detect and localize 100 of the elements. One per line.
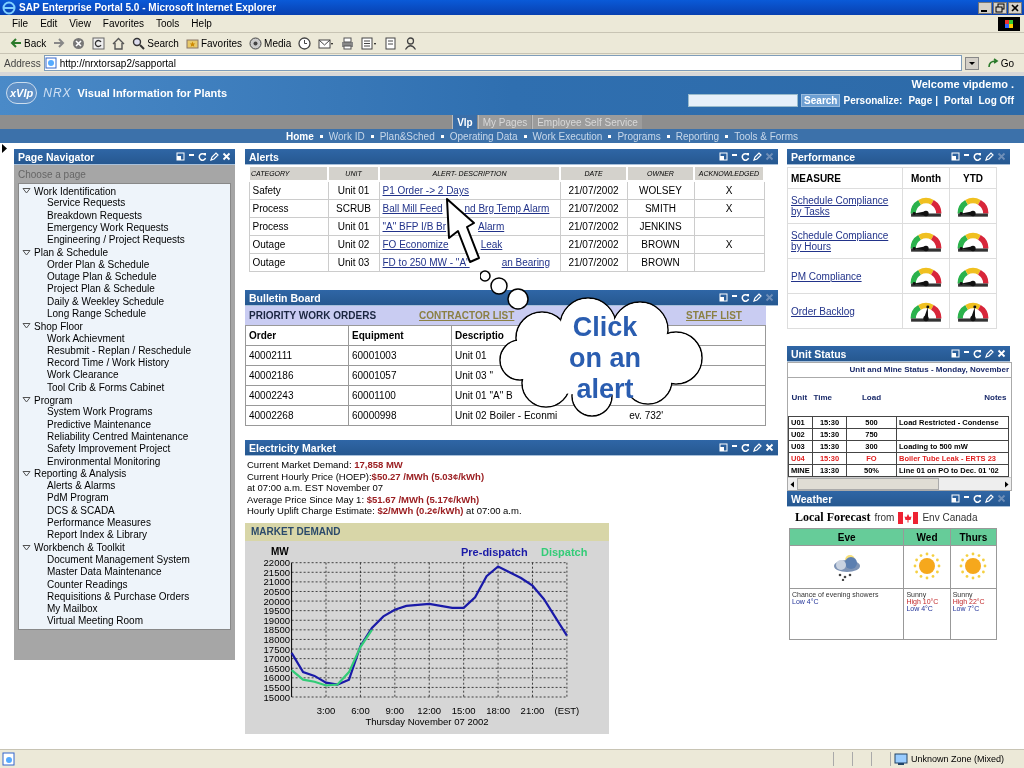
tree-item[interactable]: Order Plan & Schedule: [19, 258, 230, 272]
tree-item[interactable]: Emergency Work Requests: [19, 221, 230, 235]
tree-item[interactable]: Work Clearance: [19, 369, 230, 382]
subnav-link[interactable]: Reporting: [675, 130, 720, 142]
edit-icon[interactable]: [753, 293, 762, 302]
tree-item[interactable]: DCS & SCADA: [19, 504, 230, 517]
restore-icon[interactable]: [993, 1, 1007, 14]
tree-item[interactable]: Document Management System: [19, 553, 230, 567]
menu-item[interactable]: Favorites: [96, 18, 150, 29]
tree-item[interactable]: Performance Measures: [19, 517, 230, 530]
refresh-icon[interactable]: [973, 349, 982, 358]
refresh-button[interactable]: [90, 34, 108, 52]
tree-item[interactable]: Breakdown Requests: [19, 209, 230, 222]
media-button[interactable]: Media: [247, 34, 294, 52]
tree-group-item[interactable]: Work Identification: [19, 185, 230, 198]
refresh-icon[interactable]: [973, 152, 982, 161]
tree-item[interactable]: System Work Programs: [19, 406, 230, 419]
tagline: Visual Information for Plants: [77, 86, 228, 99]
tree-item[interactable]: Long Range Schedule: [19, 307, 230, 321]
menu-item[interactable]: View: [63, 18, 97, 29]
day-header: Wed: [903, 528, 951, 546]
menu-item[interactable]: File: [6, 18, 35, 29]
subnav-link[interactable]: Home: [285, 130, 314, 142]
tree-item[interactable]: Predictive Maintenance: [19, 418, 230, 431]
x-tick-label: 21:00: [520, 704, 545, 716]
y-axis-title: MW: [271, 545, 289, 557]
tree-item[interactable]: Outage Plan & Schedule: [19, 271, 230, 284]
tree-item[interactable]: Record Time / Work History: [19, 357, 230, 370]
refresh-icon[interactable]: [741, 443, 750, 452]
tree-item[interactable]: Environmental Monitoring: [19, 455, 230, 468]
edit-icon[interactable]: [985, 349, 994, 358]
bulletin-tab[interactable]: PRIORITY WORK ORDERS: [249, 310, 377, 321]
back-button[interactable]: Back: [8, 34, 49, 52]
y-tick-label: 15000: [263, 691, 290, 703]
minimize-icon[interactable]: [978, 1, 992, 14]
subnav-link[interactable]: Programs: [617, 130, 661, 142]
horizontal-scrollbar[interactable]: [788, 477, 1011, 490]
edit-icon[interactable]: [985, 152, 994, 161]
tree-item[interactable]: Report Index & Library: [19, 529, 230, 542]
tree-item[interactable]: Service Requests: [19, 197, 230, 210]
scroll-right-arrow-icon[interactable]: [1002, 479, 1011, 489]
tree-item[interactable]: Safety Improvement Project: [19, 443, 230, 456]
tree-item[interactable]: My Mailbox: [19, 603, 230, 616]
tree-item[interactable]: Virtual Meeting Room: [19, 615, 230, 628]
header-link[interactable]: Portal: [944, 95, 973, 106]
header-link[interactable]: Page: [908, 95, 933, 106]
tree-item[interactable]: Counter Readings: [19, 578, 230, 591]
edit-icon[interactable]: [210, 152, 219, 161]
tree-item[interactable]: Requisitions & Purchase Orders: [19, 590, 230, 604]
tree-item[interactable]: Engineering / Project Requests: [19, 234, 230, 247]
favorites-button[interactable]: Favorites: [183, 34, 245, 52]
edit-icon[interactable]: [753, 152, 762, 161]
tree-item[interactable]: PdM Program: [19, 492, 230, 505]
refresh-icon[interactable]: [741, 152, 750, 161]
expanded-triangle-icon[interactable]: [22, 469, 31, 478]
subnav-link[interactable]: Work ID: [328, 130, 365, 142]
refresh-icon[interactable]: [198, 152, 207, 161]
go-button[interactable]: Go: [981, 57, 1020, 69]
tree-group-item[interactable]: Program: [19, 394, 230, 407]
callout-text: Click on an alert: [568, 312, 642, 405]
edit-icon[interactable]: [985, 494, 994, 503]
tree-item[interactable]: Resubmit - Replan / Reschedule: [19, 344, 230, 358]
from-text: from: [874, 512, 895, 523]
subnav-link[interactable]: Tools & Forms: [734, 130, 799, 142]
scroll-left-arrow-icon[interactable]: [788, 479, 797, 489]
table-cell: Outage: [249, 253, 328, 272]
header-link[interactable]: Log Off: [978, 95, 1014, 106]
subnav-link[interactable]: Operating Data: [449, 130, 518, 142]
maple-leaf-flag-icon: [898, 511, 919, 524]
portal-tab[interactable]: Vlp: [452, 115, 477, 129]
tree-item[interactable]: Master Data Maintenance: [19, 566, 230, 579]
tree-item[interactable]: Work Achievment: [19, 332, 230, 345]
menu-item[interactable]: Edit: [34, 18, 64, 29]
expand-handle-icon[interactable]: [2, 144, 7, 153]
search-button[interactable]: Search: [130, 34, 181, 52]
address-field[interactable]: http://nrxtorsap2/sapportal: [43, 55, 962, 71]
search-field[interactable]: [688, 94, 799, 107]
tree-group-item[interactable]: Shop Floor: [19, 320, 230, 333]
tree-item[interactable]: Project Plan & Schedule: [19, 283, 230, 296]
expanded-triangle-icon[interactable]: [22, 187, 31, 196]
expanded-triangle-icon[interactable]: [22, 322, 31, 331]
expanded-triangle-icon[interactable]: [22, 543, 31, 552]
edit-icon[interactable]: [753, 443, 762, 452]
menu-item[interactable]: Help: [185, 18, 218, 29]
subnav-link[interactable]: Plan&Sched: [379, 130, 435, 142]
tree-item[interactable]: Tool Crib & Forms Cabinet: [19, 381, 230, 395]
history-button[interactable]: [296, 34, 314, 52]
tree-item[interactable]: Daily & Weekley Schedule: [19, 295, 230, 308]
tree-group-item[interactable]: Reporting & Analysis: [19, 467, 230, 481]
tree-item[interactable]: Alerts & Alarms: [19, 480, 230, 493]
expanded-triangle-icon[interactable]: [22, 248, 31, 257]
expanded-triangle-icon[interactable]: [22, 396, 31, 405]
tree-item[interactable]: Reliability Centred Maintenance: [19, 430, 230, 444]
tree-group-item[interactable]: Workbench & Toolkit: [19, 541, 230, 554]
tree-group-item[interactable]: Plan & Schedule: [19, 246, 230, 259]
menu-item[interactable]: Tools: [150, 18, 186, 29]
subnav-link[interactable]: Work Execution: [532, 130, 603, 142]
refresh-icon[interactable]: [973, 494, 982, 503]
refresh-icon[interactable]: [741, 293, 750, 302]
close-icon[interactable]: [1008, 1, 1022, 14]
